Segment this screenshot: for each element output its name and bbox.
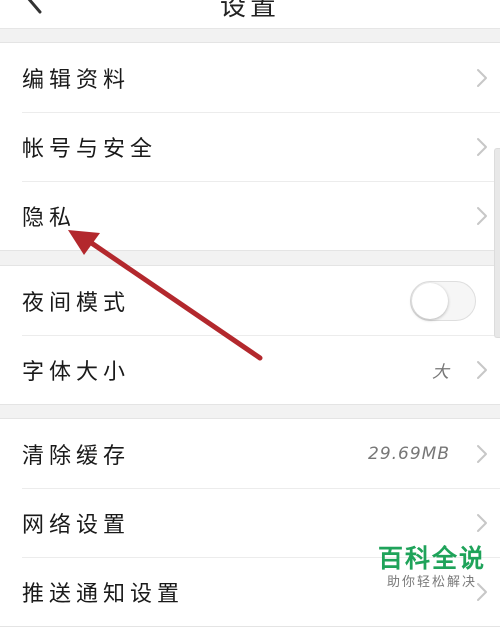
settings-group-display: 夜间模式 字体大小 大: [0, 265, 500, 405]
chevron-right-icon: [477, 444, 487, 463]
chevron-right-icon: [477, 513, 487, 532]
scrollbar[interactable]: [494, 148, 500, 338]
chevron-right-icon: [477, 137, 487, 156]
watermark: 百科全说 助你轻松解决: [378, 544, 486, 592]
night-mode-toggle[interactable]: [410, 280, 476, 321]
settings-row-label: 夜间模式: [22, 290, 131, 316]
settings-row-label: 编辑资料: [22, 67, 131, 93]
settings-row-label: 推送通知设置: [22, 581, 185, 607]
settings-row-night-mode: 夜间模式: [0, 266, 500, 335]
settings-row-clear-cache[interactable]: 清除缓存 29.69MB: [0, 419, 500, 488]
settings-row-privacy[interactable]: 隐私: [0, 181, 500, 250]
watermark-logo: 百科全说: [377, 544, 486, 573]
settings-row-label: 清除缓存: [22, 443, 131, 469]
settings-row-label: 网络设置: [22, 512, 131, 538]
chevron-right-icon: [477, 206, 487, 225]
settings-row-label: 帐号与安全: [22, 136, 158, 162]
settings-row-font-size[interactable]: 字体大小 大: [0, 335, 500, 404]
settings-group-system: 清除缓存 29.69MB 网络设置 推送通知设置: [0, 418, 500, 627]
page-title: 设置: [219, 0, 280, 22]
nav-header: 设置: [0, 0, 500, 29]
toggle-knob: [412, 282, 448, 319]
cache-size-value: 29.69MB: [368, 443, 450, 464]
settings-row-label: 隐私: [22, 205, 77, 231]
chevron-right-icon: [477, 360, 487, 379]
settings-row-label: 字体大小: [22, 359, 131, 385]
settings-row-edit-profile[interactable]: 编辑资料: [0, 43, 500, 112]
settings-row-account-security[interactable]: 帐号与安全: [0, 112, 500, 181]
settings-group-account: 编辑资料 帐号与安全 隐私: [0, 42, 500, 251]
chevron-right-icon: [477, 68, 487, 87]
watermark-slogan: 助你轻松解决: [386, 575, 477, 590]
font-size-value: 大: [432, 362, 450, 382]
